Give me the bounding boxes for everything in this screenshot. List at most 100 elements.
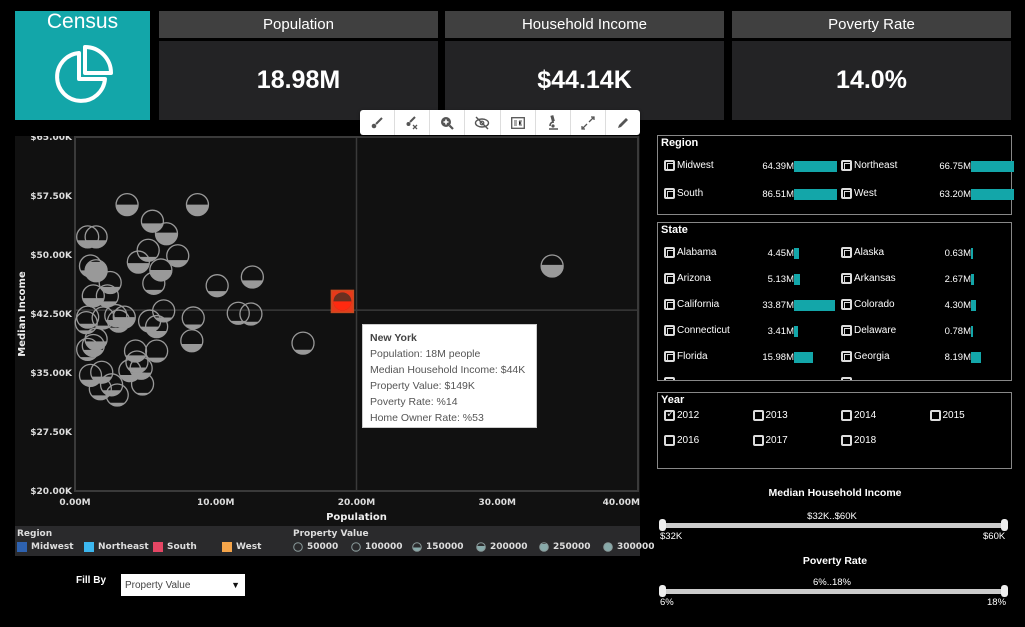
state-filter[interactable]: State Alabama 4.45M Alaska 0.63M Arizona 5.13… bbox=[657, 222, 1012, 381]
fill-by-value: Property Value bbox=[125, 580, 191, 591]
checkbox[interactable] bbox=[664, 325, 675, 336]
filter-item-delaware[interactable]: Delaware bbox=[841, 325, 896, 336]
income-slider-min-handle[interactable] bbox=[659, 519, 666, 531]
checkbox[interactable] bbox=[664, 188, 675, 199]
poverty-slider-min-handle[interactable] bbox=[659, 585, 666, 597]
kpi-value: $44.14K bbox=[445, 41, 724, 120]
checkbox[interactable] bbox=[841, 299, 852, 310]
checkbox[interactable] bbox=[664, 247, 675, 258]
year-label: 2016 bbox=[677, 435, 700, 446]
data-point-highlighted[interactable] bbox=[330, 289, 355, 314]
expand-icon bbox=[581, 115, 595, 130]
filter-item-south[interactable]: South bbox=[664, 188, 703, 199]
legend-item-property-100000[interactable]: 100000 bbox=[351, 542, 403, 552]
checkbox[interactable] bbox=[929, 410, 941, 421]
filter-item-georgia[interactable]: Georgia bbox=[841, 351, 890, 362]
filter-item-arkansas[interactable]: Arkansas bbox=[841, 273, 896, 284]
clear-brush-button[interactable] bbox=[395, 110, 431, 135]
year-option-2013[interactable]: 2013 bbox=[752, 410, 788, 421]
filter-item-florida[interactable]: Florida bbox=[664, 351, 708, 362]
app-title: Census bbox=[46, 10, 119, 33]
show-data-button[interactable] bbox=[501, 110, 536, 135]
y-axis-title: Median Income bbox=[17, 271, 28, 357]
checkbox[interactable] bbox=[752, 435, 764, 446]
legend-item-property-150000[interactable]: 150000 bbox=[412, 542, 464, 552]
fill-by-select[interactable]: Property Value ▼ bbox=[121, 574, 245, 596]
income-slider[interactable] bbox=[659, 519, 1008, 531]
legend-item-property-200000[interactable]: 200000 bbox=[476, 542, 528, 552]
checkbox[interactable] bbox=[664, 351, 675, 362]
analyze-button[interactable] bbox=[536, 110, 571, 135]
filter-item-bar bbox=[971, 189, 1014, 200]
checkbox[interactable] bbox=[841, 325, 852, 336]
edit-button[interactable] bbox=[606, 110, 640, 135]
filter-item-midwest[interactable]: Midwest bbox=[664, 160, 714, 171]
tooltip-line: Poverty Rate: %14 bbox=[370, 396, 458, 408]
legend-label: South bbox=[167, 542, 197, 552]
legend-item-property-250000[interactable]: 250000 bbox=[539, 542, 591, 552]
filter-item-value: 2.67M bbox=[944, 274, 971, 285]
legend-label: 200000 bbox=[490, 542, 528, 552]
checkbox[interactable] bbox=[841, 247, 852, 258]
checkbox[interactable] bbox=[841, 188, 852, 199]
filter-item-value: 5.13M bbox=[767, 274, 794, 285]
scatter-chart-panel: $20.00K $27.50K $35.00K $42.50K $50.00K $57.5… bbox=[15, 136, 640, 526]
filter-item-value: 63.20M bbox=[939, 189, 971, 200]
checkbox[interactable] bbox=[841, 410, 852, 421]
filter-item-label: Delaware bbox=[854, 325, 897, 336]
year-option-2017[interactable]: 2017 bbox=[752, 435, 788, 446]
kpi-value: 14.0% bbox=[732, 41, 1011, 120]
legend-item-property-50000[interactable]: 50000 bbox=[293, 542, 338, 552]
filter-item-alabama[interactable]: Alabama bbox=[664, 247, 716, 258]
filter-item-label: Midwest bbox=[677, 160, 714, 171]
filter-item-colorado[interactable]: Colorado bbox=[841, 299, 895, 310]
hide-button[interactable] bbox=[465, 110, 501, 135]
legend-property-title: Property Value bbox=[293, 529, 369, 539]
checkbox[interactable] bbox=[664, 377, 675, 380]
filter-item-connecticut[interactable]: Connecticut bbox=[664, 325, 730, 336]
year-option-2016[interactable]: 2016 bbox=[664, 435, 699, 446]
filter-item-label: Arizona bbox=[677, 273, 711, 284]
checkbox[interactable] bbox=[664, 273, 675, 284]
year-label: 2013 bbox=[765, 410, 788, 421]
scatter-chart[interactable]: $20.00K $27.50K $35.00K $42.50K $50.00K $57.5… bbox=[15, 136, 640, 526]
poverty-slider[interactable] bbox=[659, 585, 1008, 597]
property-value-icon bbox=[476, 542, 486, 552]
checkbox[interactable] bbox=[841, 377, 852, 380]
pie-chart-icon bbox=[54, 45, 113, 103]
year-option-2014[interactable]: 2014 bbox=[841, 410, 876, 421]
checkbox[interactable] bbox=[664, 299, 675, 310]
data-point[interactable] bbox=[84, 259, 108, 283]
checkbox-checked[interactable] bbox=[664, 407, 675, 421]
income-slider-max-handle[interactable] bbox=[1001, 519, 1008, 531]
poverty-slider-max-handle[interactable] bbox=[1001, 585, 1008, 597]
filter-item-value: 64.39M bbox=[762, 161, 794, 172]
legend-item-midwest[interactable]: Midwest bbox=[17, 542, 74, 552]
checkbox[interactable] bbox=[664, 435, 675, 446]
checkbox[interactable] bbox=[841, 160, 852, 171]
filter-item-california[interactable]: California bbox=[664, 299, 719, 310]
checkbox[interactable] bbox=[841, 273, 852, 284]
year-label: 2012 bbox=[677, 410, 700, 421]
filter-item-northeast[interactable]: Northeast bbox=[841, 160, 897, 171]
filter-item-arizona[interactable]: Arizona bbox=[664, 273, 711, 284]
filter-item-alaska[interactable]: Alaska bbox=[841, 247, 884, 258]
brush-button[interactable] bbox=[360, 110, 396, 135]
legend-item-south[interactable]: South bbox=[153, 542, 197, 552]
checkbox[interactable] bbox=[664, 160, 675, 171]
poverty-slider-title: Poverty Rate bbox=[802, 555, 868, 567]
clear-brush-icon bbox=[406, 115, 418, 129]
checkbox[interactable] bbox=[841, 351, 852, 362]
legend-item-northeast[interactable]: Northeast bbox=[84, 542, 149, 552]
filter-item-west[interactable]: West bbox=[841, 188, 877, 199]
year-option-2015[interactable]: 2015 bbox=[929, 410, 965, 421]
year-option-2018[interactable]: 2018 bbox=[841, 435, 876, 446]
legend-item-west[interactable]: West bbox=[222, 542, 261, 552]
checkbox[interactable] bbox=[841, 435, 852, 446]
year-option-2012[interactable]: 2012 bbox=[664, 407, 700, 421]
zoom-button[interactable] bbox=[430, 110, 466, 135]
expand-button[interactable] bbox=[571, 110, 606, 135]
legend-item-property-300000[interactable]: 300000 bbox=[603, 542, 655, 552]
year-filter: Year 2012 2013 2014 2015 2016 2017 2018 bbox=[657, 392, 1012, 469]
checkbox[interactable] bbox=[752, 410, 764, 421]
